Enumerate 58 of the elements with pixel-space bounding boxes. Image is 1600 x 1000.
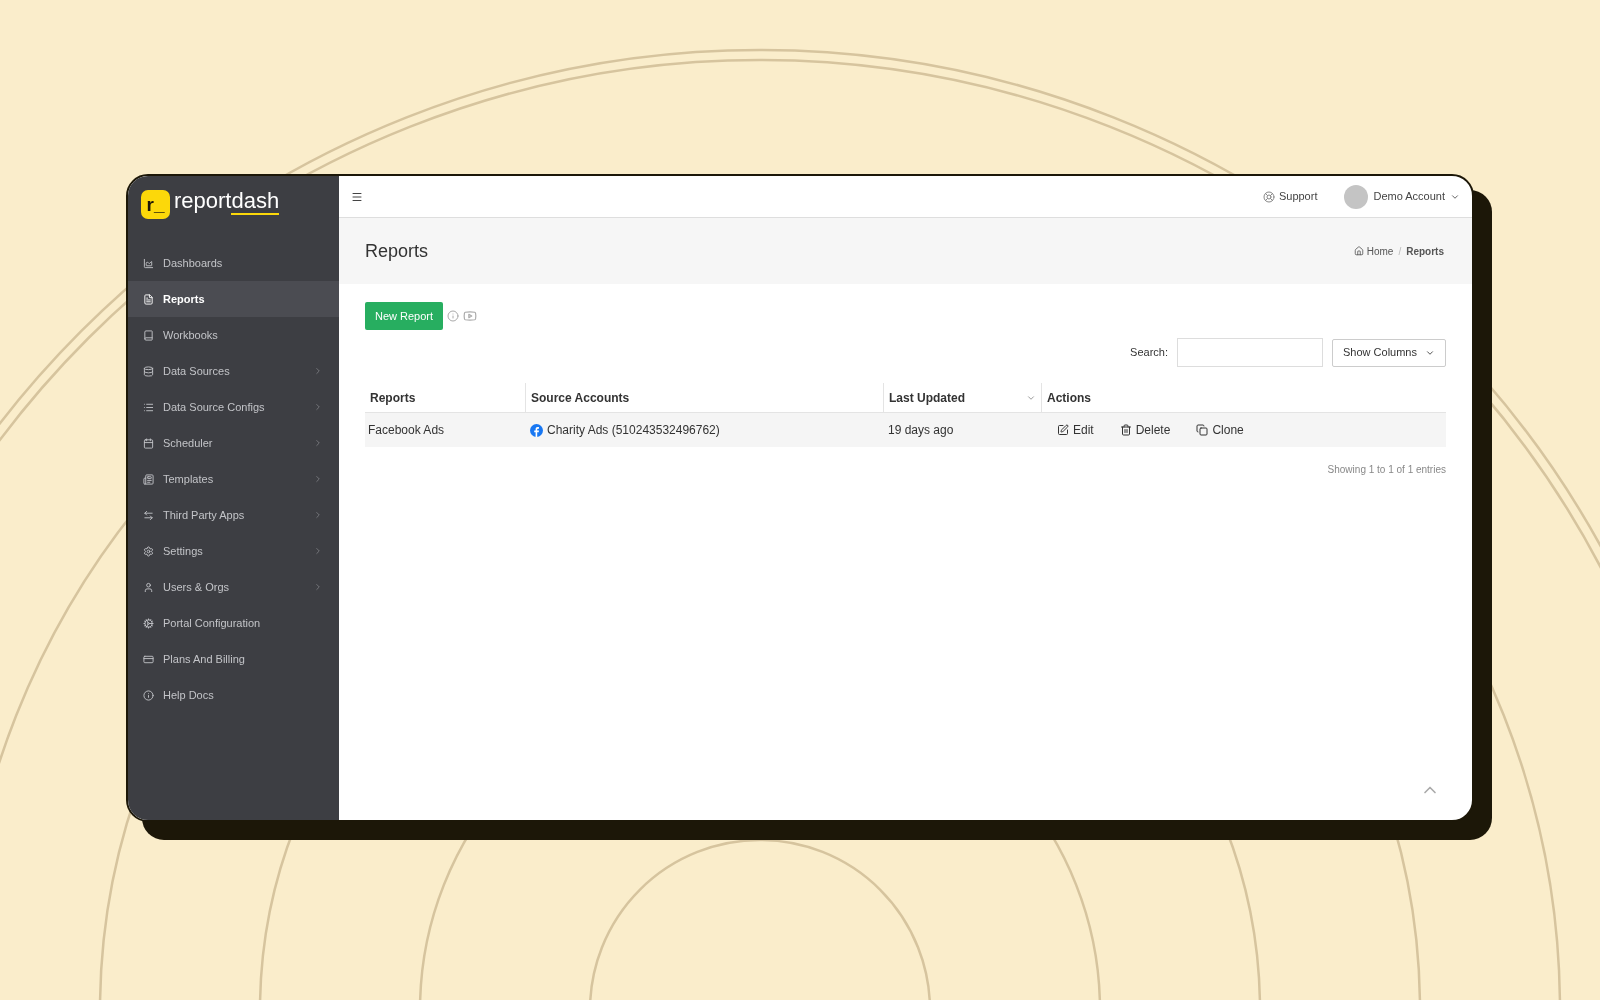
column-header[interactable]: Last Updated: [883, 383, 1041, 412]
table-cell-text: Facebook Ads: [367, 422, 446, 439]
gear-icon: [143, 545, 154, 557]
sidebar-item[interactable]: Third Party Apps: [128, 497, 339, 533]
user-icon: [143, 581, 154, 593]
database-icon: [143, 365, 154, 377]
menu-icon[interactable]: [351, 190, 363, 203]
edit-icon: [1057, 424, 1069, 436]
copy-icon: [1196, 424, 1209, 436]
sidebar-item[interactable]: Portal Configuration: [128, 605, 339, 641]
entries-info: Showing 1 to 1 of 1 entries: [1326, 463, 1446, 477]
sidebar-item[interactable]: Settings: [128, 533, 339, 569]
search-field[interactable]: [1177, 338, 1323, 367]
sidebar-item[interactable]: Dashboards: [128, 245, 339, 281]
arrows-icon: [143, 509, 154, 521]
avatar: [1344, 184, 1369, 209]
column-header[interactable]: Actions: [1041, 383, 1446, 412]
breadcrumb-item: Reports: [1406, 244, 1444, 259]
chart-icon: [143, 257, 154, 269]
breadcrumb-separator: /: [1398, 244, 1402, 259]
sidebar-item[interactable]: Data Sources: [128, 353, 339, 389]
sidebar-item[interactable]: Data Source Configs: [128, 389, 339, 425]
calendar-icon: [143, 437, 154, 449]
lifebuoy-icon: [1262, 190, 1275, 203]
column-header[interactable]: Reports: [365, 383, 525, 412]
page-title: Reports: [365, 239, 430, 263]
sidebar-item[interactable]: Users & Orgs: [128, 569, 339, 605]
trash-icon: [1119, 424, 1132, 436]
list-icon: [143, 401, 154, 413]
facebook-icon: [530, 423, 543, 437]
sidebar-item[interactable]: Workbooks: [128, 317, 339, 353]
logo-mark: r_: [141, 190, 170, 219]
show-columns-button[interactable]: Show Columns: [1332, 338, 1446, 367]
table-cell: Charity Ads (510243532496762): [525, 421, 883, 439]
info-icon[interactable]: [447, 310, 460, 322]
sidebar-item[interactable]: Plans And Billing: [128, 641, 339, 677]
table-cell-text: 19 days ago: [887, 422, 955, 439]
video-icon[interactable]: [463, 309, 478, 323]
sidebar-item[interactable]: Templates: [128, 461, 339, 497]
sidebar-item[interactable]: Help Docs: [128, 677, 339, 713]
search-label: Search:: [1130, 345, 1168, 361]
column-header[interactable]: Source Accounts: [525, 383, 883, 412]
support-link[interactable]: Support: [1262, 188, 1318, 205]
breadcrumb-item[interactable]: Home: [1366, 243, 1394, 259]
document-icon: [143, 293, 154, 305]
account-menu[interactable]: Demo Account: [1344, 184, 1460, 209]
home-icon: [1353, 246, 1364, 256]
card-icon: [143, 653, 154, 665]
action-link[interactable]: Delete: [1119, 421, 1171, 439]
action-link[interactable]: Clone: [1196, 421, 1244, 439]
logo-wordmark: reportdash: [174, 190, 280, 212]
sidebar-item[interactable]: Reports: [128, 281, 339, 317]
cog-icon: [143, 617, 154, 629]
newspaper-icon: [143, 473, 154, 485]
info-icon: [143, 689, 154, 701]
sidebar-item[interactable]: Scheduler: [128, 425, 339, 461]
action-link[interactable]: Edit: [1057, 421, 1094, 439]
book-icon: [143, 329, 154, 341]
